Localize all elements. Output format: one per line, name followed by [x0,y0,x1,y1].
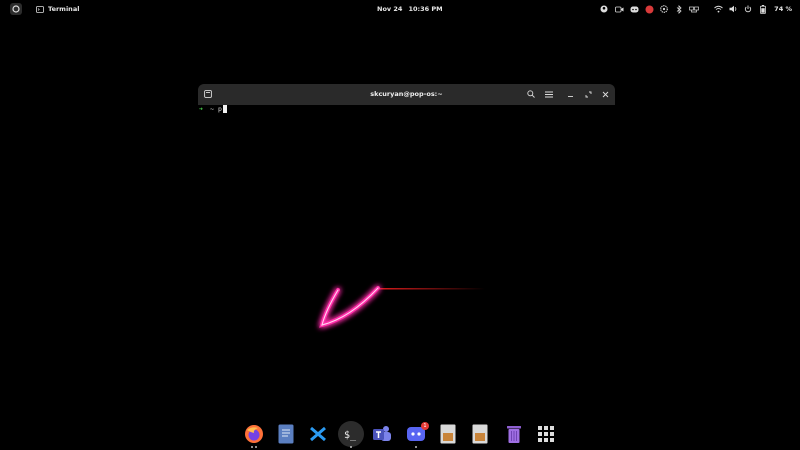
svg-text:$_: $_ [344,430,357,441]
running-indicator [251,446,253,448]
dock-teams[interactable] [370,422,394,446]
firefox-icon [245,425,263,443]
image-file-icon [440,424,456,444]
battery-percentage: 74 % [774,5,792,13]
date-label: Nov 24 [377,5,403,13]
dock-vscode[interactable] [306,422,330,446]
dock-text-editor[interactable] [274,422,298,446]
command-input-text: p [218,105,222,113]
network-icon[interactable] [689,4,700,14]
text-cursor [223,105,227,113]
image-file-icon [472,424,488,444]
dock-trash[interactable] [502,422,526,446]
discord-notification-badge: 1 [421,422,429,430]
vscode-icon [310,426,326,442]
settings-icon[interactable] [659,4,669,14]
dock-firefox[interactable] [242,422,266,446]
minimize-button[interactable] [565,89,575,99]
top-bar: Terminal Nov 24 10:36 PM 74 % [0,0,800,18]
app-grid-icon [538,426,554,442]
search-icon [527,90,535,98]
volume-icon[interactable] [728,4,738,14]
discord-tray-icon[interactable] [629,4,639,14]
menu-button[interactable] [544,89,554,99]
workspaces-button[interactable] [10,3,22,15]
system-tray[interactable]: 74 % [599,4,792,14]
trash-icon [507,426,521,443]
text-editor-icon [278,424,294,444]
app-menu-label: Terminal [48,5,80,13]
search-button[interactable] [526,89,536,99]
time-label: 10:36 PM [408,5,443,13]
workspaces-icon [12,5,20,13]
power-icon[interactable] [743,4,753,14]
dock-image-viewer[interactable] [436,422,460,446]
wifi-icon[interactable] [713,4,723,14]
bluetooth-icon[interactable] [674,4,684,14]
battery-icon[interactable] [758,4,768,14]
prompt-path: ~ [210,105,214,113]
terminal-titlebar[interactable]: skcuryan@pop-os:~ [198,84,615,105]
user-icon[interactable] [599,4,609,14]
app-menu[interactable]: Terminal [36,5,79,13]
minimize-icon [567,95,573,97]
terminal-content[interactable]: ➜ ~ p [198,105,615,119]
dock-image-viewer-2[interactable] [468,422,492,446]
dock: $_ [240,418,560,450]
maximize-button[interactable] [583,89,593,99]
running-indicator [350,446,352,448]
clock[interactable]: Nov 24 10:36 PM [377,5,443,13]
dock-app-grid[interactable] [534,422,558,446]
running-indicator [415,446,417,448]
teams-icon [373,426,391,441]
neon-wallpaper-graphic [319,286,485,328]
camera-icon[interactable] [614,4,624,14]
hamburger-icon [545,91,553,97]
dock-terminal[interactable]: $_ [338,421,364,447]
terminal-app-icon [36,5,44,13]
notification-badge-icon[interactable] [644,4,654,14]
terminal-dock-icon: $_ [344,430,357,441]
prompt-arrow: ➜ [199,105,203,113]
close-icon [602,91,608,97]
maximize-icon [585,91,591,97]
close-button[interactable] [600,89,610,99]
running-indicator [255,446,257,448]
